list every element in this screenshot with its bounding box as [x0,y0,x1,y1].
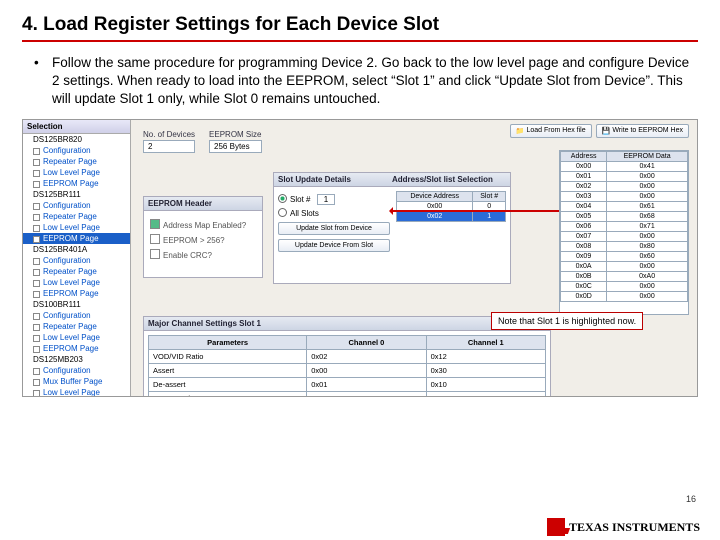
tree-item[interactable]: Configuration [23,365,130,376]
table-row[interactable]: 0x021 [397,211,506,221]
tree-item[interactable]: DS125BR820 [23,134,130,145]
table-row: 0x050x68 [561,211,688,221]
tree-item[interactable]: Low Level Page [23,277,130,288]
write-icon: 💾 [602,127,611,135]
enable-crc-checkbox[interactable]: Enable CRC? [150,249,256,260]
addr-slot-title: Address/Slot list Selection [392,175,506,184]
tree-item[interactable]: Repeater Page [23,211,130,222]
table-row: 0x080x80 [561,241,688,251]
table-row: 0x030x00 [561,191,688,201]
callout-note: Note that Slot 1 is highlighted now. [491,312,643,330]
table-row: 0x0C0x00 [561,281,688,291]
load-from-hex-button[interactable]: 📁Load From Hex file [510,124,592,138]
table-row: 0x020x00 [561,181,688,191]
slot-update-panel: Slot Update Details Address/Slot list Se… [273,172,511,284]
table-row: 0x060x71 [561,221,688,231]
page-title: 4. Load Register Settings for Each Devic… [22,14,698,42]
slot-num-radio[interactable]: Slot # [278,195,310,204]
tree-item[interactable]: EEPROM Page [23,343,130,354]
tree-item[interactable]: Low Level Page [23,387,130,397]
screenshot-panel: Selection DS125BR820ConfigurationRepeate… [22,119,698,397]
eeprom-size-label: EEPROM Size [209,130,261,139]
eeprom-header-panel: EEPROM Header Address Map Enabled? EEPRO… [143,196,263,278]
slot-details-title: Slot Update Details [278,175,392,184]
addr-slot-table[interactable]: Device AddressSlot # 0x0000x021 [396,191,506,222]
table-row: 0x040x61 [561,201,688,211]
table-row: EQ Control0x010x31 [149,391,546,397]
table-row: 0x000x41 [561,161,688,171]
tree-item[interactable]: Low Level Page [23,222,130,233]
tree-item[interactable]: Low Level Page [23,332,130,343]
slot-num-input[interactable]: 1 [317,194,335,205]
tree-item[interactable]: Repeater Page [23,156,130,167]
table-row: 0x070x00 [561,231,688,241]
tree-item[interactable]: Configuration [23,145,130,156]
tree-item[interactable]: DS100BR111 [23,299,130,310]
eeprom-gt256-checkbox[interactable]: EEPROM > 256? [150,234,256,245]
page-number: 16 [686,494,696,504]
table-row: 0x010x00 [561,171,688,181]
table-row: 0x090x60 [561,251,688,261]
table-row: 0x0A0x00 [561,261,688,271]
update-slot-from-device-button[interactable]: Update Slot from Device [278,222,390,235]
tree-item[interactable]: Repeater Page [23,266,130,277]
ti-chip-icon [547,518,565,536]
tree-item[interactable]: DS125BR401A [23,244,130,255]
addr-map-checkbox[interactable]: Address Map Enabled? [150,219,256,230]
table-row: 0x0D0x00 [561,291,688,301]
tree-item[interactable]: EEPROM Page [23,233,130,244]
ti-logo-text: TEXAS INSTRUMENTS [569,520,700,535]
body-text: Follow the same procedure for programmin… [22,54,698,109]
tree-item[interactable]: DS125MB203 [23,354,130,365]
tree-item[interactable]: Configuration [23,200,130,211]
tree-item[interactable]: DS125BR111 [23,189,130,200]
table-row: De-assert0x010x10 [149,377,546,391]
write-to-eeprom-button[interactable]: 💾Write to EEPROM Hex [596,124,689,138]
major-channel-title: Major Channel Settings Slot 1 [144,317,550,331]
tree-item[interactable]: Configuration [23,310,130,321]
tree-item[interactable]: Low Level Page [23,167,130,178]
tree-item[interactable]: Repeater Page [23,321,130,332]
num-devices-label: No. of Devices [143,130,195,139]
major-channel-table: ParametersChannel 0Channel 1 VOD/VID Rat… [148,335,546,397]
table-row: 0x0B0xA0 [561,271,688,281]
num-devices-input[interactable]: 2 [143,140,195,153]
tree-header: Selection [23,120,130,134]
all-slots-radio[interactable]: All Slots [278,209,319,218]
tree-item[interactable]: Configuration [23,255,130,266]
ti-logo: TEXAS INSTRUMENTS [547,518,700,536]
tree-item[interactable]: EEPROM Page [23,178,130,189]
tree-item[interactable]: Mux Buffer Page [23,376,130,387]
tree-item[interactable]: EEPROM Page [23,288,130,299]
table-row: Assert0x000x30 [149,363,546,377]
eeprom-size-select[interactable]: 256 Bytes [209,140,261,153]
selection-tree: Selection DS125BR820ConfigurationRepeate… [23,120,131,396]
eeprom-header-title: EEPROM Header [144,197,262,211]
major-channel-panel: Major Channel Settings Slot 1 Parameters… [143,316,551,397]
update-device-from-slot-button[interactable]: Update Device From Slot [278,239,390,252]
eeprom-data-table: AddressEEPROM Data0x000x410x010x000x020x… [559,150,689,315]
callout-arrow [391,210,571,212]
folder-icon: 📁 [516,127,525,135]
table-row: VOD/VID Ratio0x020x12 [149,349,546,363]
